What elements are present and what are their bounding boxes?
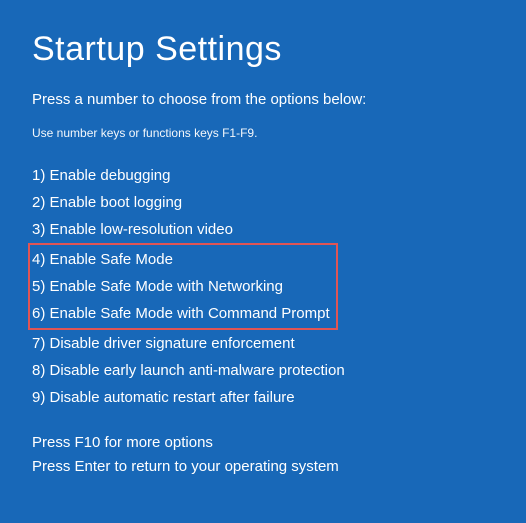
option-5[interactable]: 5) Enable Safe Mode with Networking [32, 273, 330, 300]
footer-more-options[interactable]: Press F10 for more options [32, 431, 339, 455]
highlight-box: 4) Enable Safe Mode 5) Enable Safe Mode … [28, 243, 338, 330]
option-7[interactable]: 7) Disable driver signature enforcement [32, 330, 494, 357]
option-3[interactable]: 3) Enable low-resolution video [32, 216, 494, 243]
footer: Press F10 for more options Press Enter t… [32, 431, 339, 479]
option-1[interactable]: 1) Enable debugging [32, 162, 494, 189]
option-9[interactable]: 9) Disable automatic restart after failu… [32, 384, 494, 411]
option-8[interactable]: 8) Disable early launch anti-malware pro… [32, 357, 494, 384]
subtitle-text: Press a number to choose from the option… [32, 91, 494, 108]
page-title: Startup Settings [32, 30, 494, 69]
option-6[interactable]: 6) Enable Safe Mode with Command Prompt [32, 300, 330, 327]
options-list: 1) Enable debugging 2) Enable boot loggi… [32, 162, 494, 411]
footer-return[interactable]: Press Enter to return to your operating … [32, 455, 339, 479]
option-4[interactable]: 4) Enable Safe Mode [32, 246, 330, 273]
option-2[interactable]: 2) Enable boot logging [32, 189, 494, 216]
hint-text: Use number keys or functions keys F1-F9. [32, 126, 494, 140]
